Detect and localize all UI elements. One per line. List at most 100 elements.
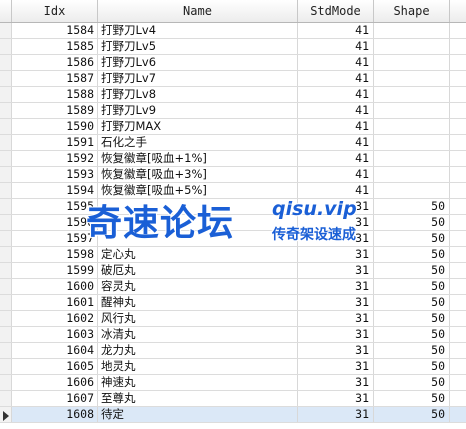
cell-shape[interactable]: 50 [374,375,450,390]
cell-name[interactable]: 恢复徽章[吸血+1%] [98,151,298,166]
table-row[interactable]: 1596 31 50 [0,215,466,231]
cell-next-column[interactable] [450,215,466,230]
cell-next-column[interactable] [450,39,466,54]
cell-name[interactable] [98,231,298,246]
table-row[interactable]: 1586 打野刀Lv6 41 [0,55,466,71]
cell-idx[interactable]: 1598 [12,247,98,262]
table-row[interactable]: 1589 打野刀Lv9 41 [0,103,466,119]
row-indicator[interactable] [0,199,12,214]
table-row[interactable]: 1591 石化之手 41 [0,135,466,151]
cell-next-column[interactable] [450,327,466,342]
cell-name[interactable]: 神速丸 [98,375,298,390]
cell-name[interactable]: 破厄丸 [98,263,298,278]
table-row[interactable]: 1599 破厄丸 31 50 [0,263,466,279]
cell-next-column[interactable] [450,391,466,406]
cell-shape[interactable]: 50 [374,311,450,326]
row-indicator[interactable] [0,39,12,54]
header-shape[interactable]: Shape [374,0,450,22]
cell-shape[interactable] [374,151,450,166]
row-indicator[interactable] [0,279,12,294]
cell-idx[interactable]: 1600 [12,279,98,294]
table-row[interactable]: 1607 至尊丸 31 50 [0,391,466,407]
cell-shape[interactable]: 50 [374,247,450,262]
cell-idx[interactable]: 1591 [12,135,98,150]
row-indicator[interactable] [0,183,12,198]
table-row[interactable]: 1598 定心丸 31 50 [0,247,466,263]
table-row[interactable]: 1588 打野刀Lv8 41 [0,87,466,103]
cell-next-column[interactable] [450,103,466,118]
cell-idx[interactable]: 1602 [12,311,98,326]
table-row[interactable]: 1594 恢复徽章[吸血+5%] 41 [0,183,466,199]
cell-name[interactable]: 冰清丸 [98,327,298,342]
cell-idx[interactable]: 1604 [12,343,98,358]
cell-idx[interactable]: 1589 [12,103,98,118]
cell-name[interactable]: 醒神丸 [98,295,298,310]
cell-idx[interactable]: 1584 [12,23,98,38]
row-indicator[interactable] [0,311,12,326]
row-indicator[interactable] [0,135,12,150]
cell-stdmode[interactable]: 41 [298,103,374,118]
cell-name[interactable]: 打野刀MAX [98,119,298,134]
cell-shape[interactable]: 50 [374,343,450,358]
cell-stdmode[interactable]: 41 [298,167,374,182]
row-indicator[interactable] [0,375,12,390]
cell-idx[interactable]: 1605 [12,359,98,374]
cell-name[interactable]: 龙力丸 [98,343,298,358]
cell-shape[interactable] [374,135,450,150]
table-row[interactable]: 1603 冰清丸 31 50 [0,327,466,343]
table-row[interactable]: 1587 打野刀Lv7 41 [0,71,466,87]
row-indicator[interactable] [0,55,12,70]
cell-idx[interactable]: 1596 [12,215,98,230]
cell-stdmode[interactable]: 41 [298,23,374,38]
cell-next-column[interactable] [450,311,466,326]
cell-name[interactable]: 地灵丸 [98,359,298,374]
cell-idx[interactable]: 1597 [12,231,98,246]
row-indicator[interactable] [0,103,12,118]
cell-next-column[interactable] [450,295,466,310]
row-indicator[interactable] [0,71,12,86]
table-row[interactable]: 1601 醒神丸 31 50 [0,295,466,311]
cell-idx[interactable]: 1587 [12,71,98,86]
cell-shape[interactable] [374,87,450,102]
cell-idx[interactable]: 1606 [12,375,98,390]
cell-idx[interactable]: 1595 [12,199,98,214]
cell-stdmode[interactable]: 31 [298,215,374,230]
cell-shape[interactable]: 50 [374,199,450,214]
row-indicator[interactable] [0,327,12,342]
row-indicator[interactable] [0,295,12,310]
table-row[interactable]: 1606 神速丸 31 50 [0,375,466,391]
cell-stdmode[interactable]: 41 [298,183,374,198]
cell-stdmode[interactable]: 41 [298,71,374,86]
cell-next-column[interactable] [450,279,466,294]
cell-idx[interactable]: 1607 [12,391,98,406]
cell-stdmode[interactable]: 41 [298,135,374,150]
cell-next-column[interactable] [450,71,466,86]
cell-shape[interactable] [374,119,450,134]
table-row[interactable]: 1584 打野刀Lv4 41 [0,23,466,39]
cell-stdmode[interactable]: 41 [298,39,374,54]
cell-stdmode[interactable]: 31 [298,199,374,214]
cell-next-column[interactable] [450,87,466,102]
cell-shape[interactable] [374,23,450,38]
cell-next-column[interactable] [450,263,466,278]
cell-next-column[interactable] [450,359,466,374]
cell-name[interactable] [98,199,298,214]
cell-next-column[interactable] [450,199,466,214]
cell-shape[interactable]: 50 [374,407,450,422]
header-idx[interactable]: Idx [12,0,98,22]
cell-next-column[interactable] [450,183,466,198]
table-row[interactable]: 1597 31 50 [0,231,466,247]
cell-stdmode[interactable]: 41 [298,151,374,166]
cell-next-column[interactable] [450,375,466,390]
cell-shape[interactable]: 50 [374,215,450,230]
cell-shape[interactable]: 50 [374,263,450,278]
row-indicator[interactable] [0,391,12,406]
cell-idx[interactable]: 1585 [12,39,98,54]
header-next-column[interactable] [450,0,466,22]
cell-stdmode[interactable]: 31 [298,263,374,278]
cell-stdmode[interactable]: 31 [298,343,374,358]
cell-shape[interactable]: 50 [374,327,450,342]
cell-stdmode[interactable]: 41 [298,119,374,134]
row-indicator[interactable] [0,167,12,182]
cell-name[interactable]: 定心丸 [98,247,298,262]
